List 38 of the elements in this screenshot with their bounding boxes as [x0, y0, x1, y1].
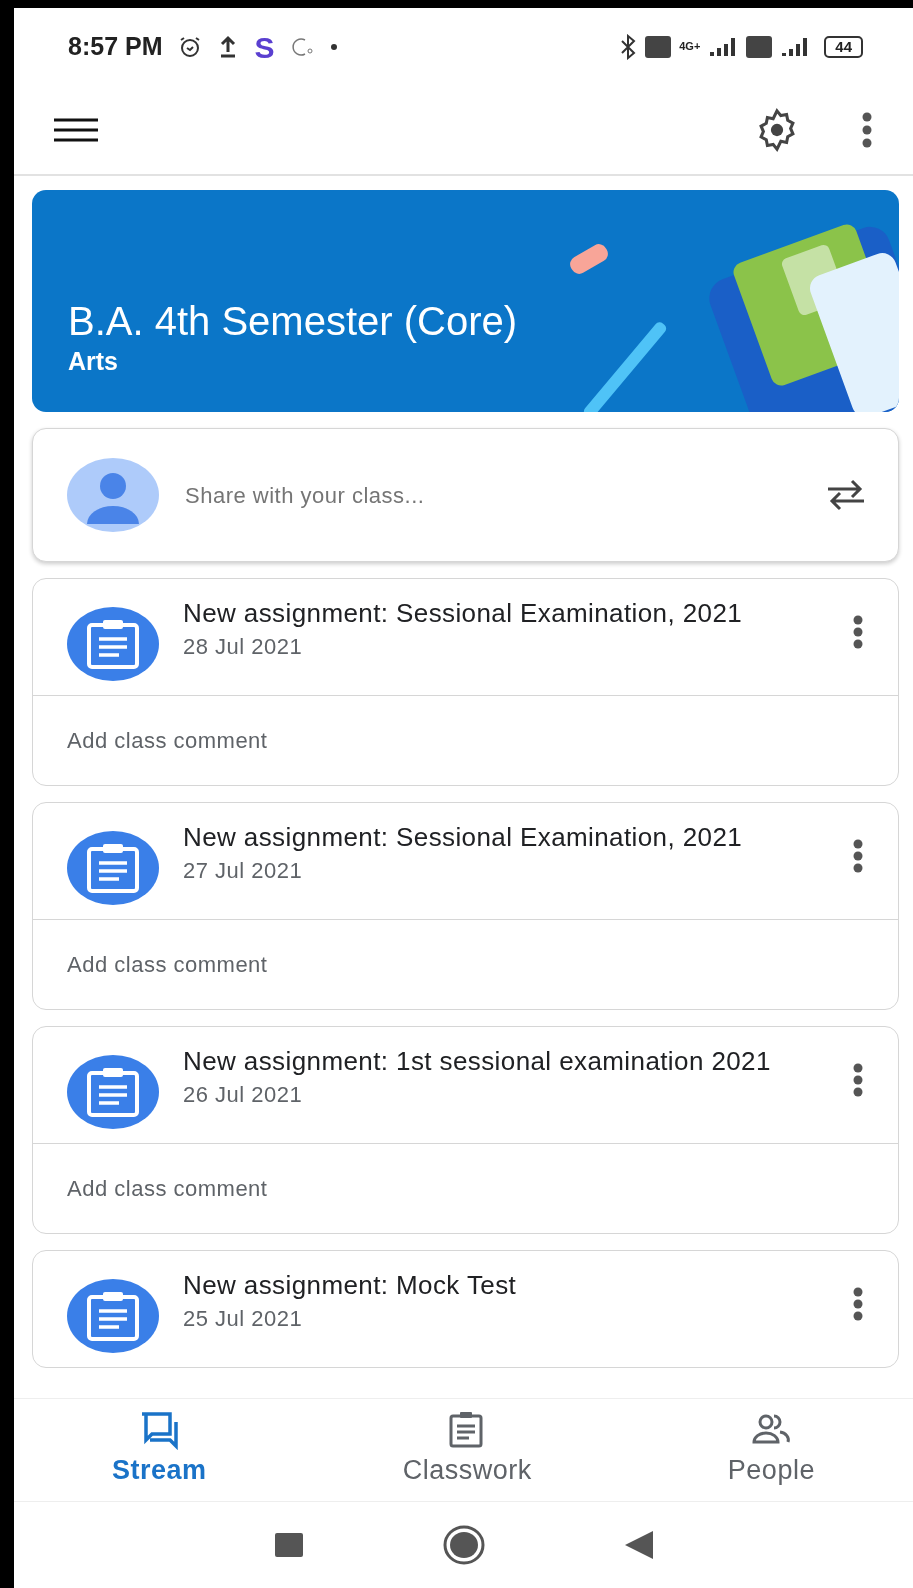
- menu-icon[interactable]: [54, 118, 98, 142]
- more-options-icon[interactable]: [861, 112, 873, 148]
- comment-field[interactable]: Add class comment: [33, 695, 898, 785]
- comment-field[interactable]: Add class comment: [33, 1143, 898, 1233]
- more-options-icon[interactable]: [852, 839, 864, 873]
- status-time: 8:57 PM: [68, 31, 163, 63]
- post-date: 26 Jul 2021: [183, 1080, 304, 1109]
- nav-tab[interactable]: People: [727, 1409, 815, 1491]
- more-options-icon[interactable]: [852, 1063, 864, 1097]
- network-type: 4G+: [679, 39, 701, 54]
- more-options-icon[interactable]: [852, 615, 864, 649]
- nav-tab[interactable]: Stream: [112, 1409, 207, 1491]
- home-button-icon[interactable]: [442, 1525, 485, 1565]
- assignment-title[interactable]: New assignment: Mock Test: [183, 1269, 828, 1302]
- assignment-icon: [67, 607, 159, 681]
- avatar-icon: [67, 458, 159, 532]
- nav-tab[interactable]: Classwork: [402, 1409, 532, 1491]
- assignment-icon: [67, 1279, 159, 1353]
- bluetooth-icon: [619, 34, 638, 60]
- class-title: B.A. 4th Semester (Core): [68, 298, 518, 343]
- comment-field[interactable]: Add class comment: [33, 919, 898, 1009]
- post-date: 27 Jul 2021: [183, 856, 304, 885]
- dot-icon: [330, 44, 337, 50]
- class-section: Arts: [68, 342, 518, 380]
- recents-button-icon[interactable]: [274, 1533, 303, 1557]
- post-date: 25 Jul 2021: [183, 1304, 304, 1333]
- class-banner[interactable]: B.A. 4th Semester (Core) Arts: [32, 190, 899, 412]
- share-field[interactable]: Share with your class...: [183, 477, 800, 513]
- assignment-icon: [67, 831, 159, 905]
- assignment-title[interactable]: New assignment: 1st sessional examination 2021: [183, 1045, 828, 1078]
- assignment-title[interactable]: New assignment: Sessional Examination, 2021: [183, 597, 828, 630]
- post-date: 28 Jul 2021: [183, 632, 304, 661]
- app-logo-letter: S: [254, 29, 275, 66]
- assignment-icon: [67, 1055, 159, 1129]
- assignment-title[interactable]: New assignment: Sessional Examination, 2021: [183, 821, 828, 854]
- battery-level: 44: [824, 36, 863, 58]
- more-options-icon[interactable]: [852, 1287, 864, 1321]
- back-button-icon[interactable]: [624, 1531, 653, 1559]
